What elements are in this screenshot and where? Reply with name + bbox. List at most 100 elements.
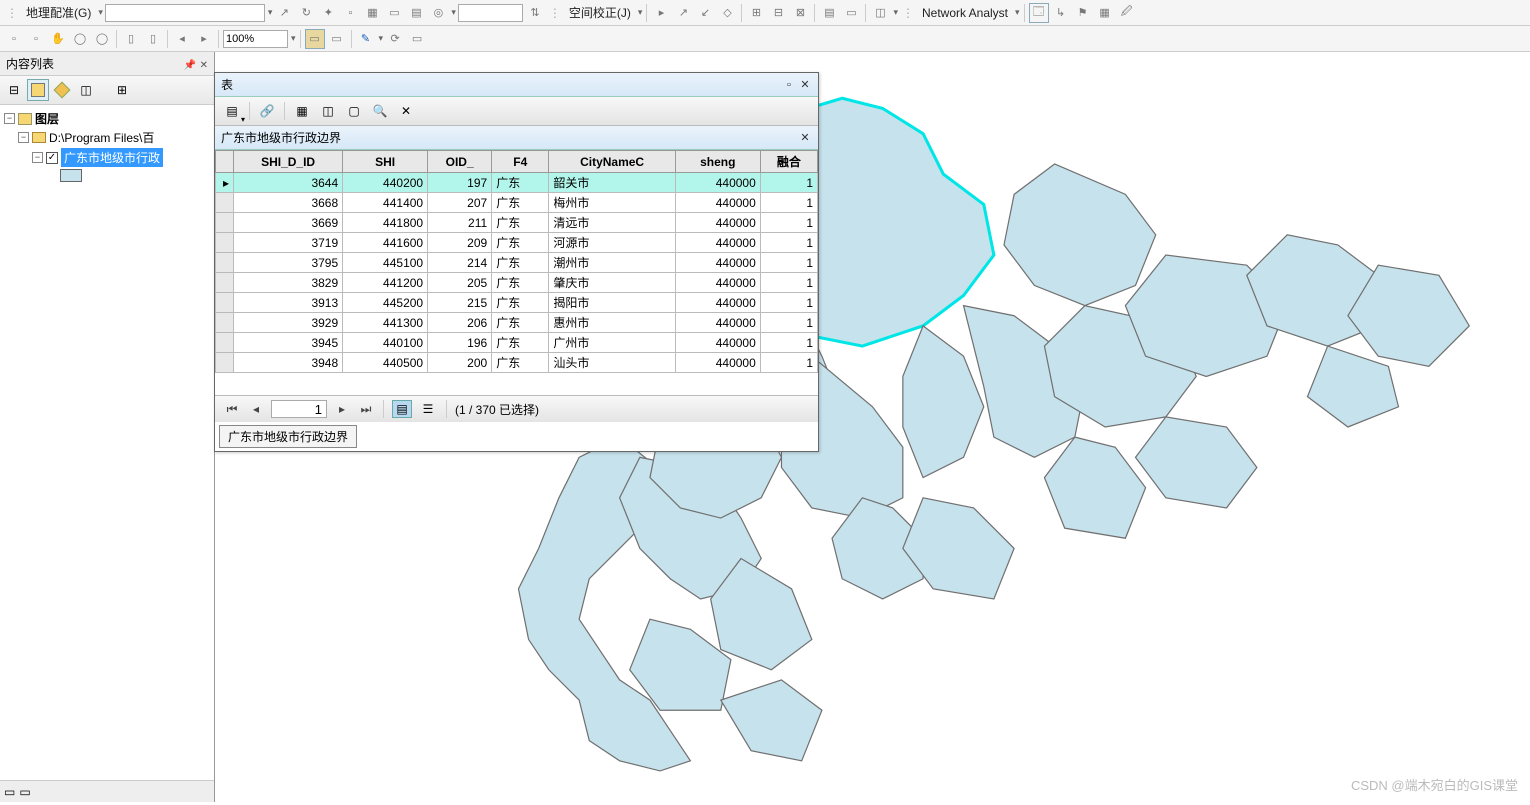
table-row[interactable]: 3945440100196广东广州市4400001 xyxy=(216,333,818,353)
georef-stepper-icon[interactable]: ⇅ xyxy=(525,3,545,23)
georef-table-icon[interactable]: ▤ xyxy=(406,3,426,23)
chevron-down-icon[interactable]: ▾ xyxy=(450,7,456,18)
cell[interactable]: 441600 xyxy=(343,233,428,253)
collapse-icon[interactable]: − xyxy=(32,152,43,163)
cell[interactable]: 440000 xyxy=(675,273,760,293)
column-header[interactable]: OID_ xyxy=(428,151,492,173)
table-row[interactable]: 3948440500200广东汕头市4400001 xyxy=(216,353,818,373)
cell[interactable]: 广东 xyxy=(492,333,549,353)
table-row[interactable]: 3668441400207广东梅州市4400001 xyxy=(216,193,818,213)
clear-selection-icon[interactable]: ▢ xyxy=(343,100,365,122)
catalog-icon[interactable]: ▭ xyxy=(407,29,427,49)
cell[interactable]: 209 xyxy=(428,233,492,253)
table-options-icon[interactable]: ▤▾ xyxy=(221,100,243,122)
adj-preview-icon[interactable]: ▭ xyxy=(841,3,861,23)
row-handle[interactable] xyxy=(216,233,234,253)
chevron-down-icon[interactable]: ▾ xyxy=(267,7,273,18)
refresh-icon[interactable]: ⟳ xyxy=(385,29,405,49)
table-row[interactable]: ▸3644440200197广东韶关市4400001 xyxy=(216,173,818,193)
show-all-icon[interactable]: ▤ xyxy=(392,400,412,418)
cell[interactable]: 广东 xyxy=(492,313,549,333)
cell[interactable]: 3669 xyxy=(234,213,343,233)
zoom-level-input[interactable] xyxy=(223,30,288,48)
cell[interactable]: 440500 xyxy=(343,353,428,373)
cell[interactable]: 207 xyxy=(428,193,492,213)
pointer-icon[interactable]: ▸ xyxy=(651,3,671,23)
edit-pen-icon[interactable]: ✎ xyxy=(356,29,376,49)
pan-icon[interactable]: ✋ xyxy=(48,29,68,49)
zoom-full-icon[interactable]: ◯ xyxy=(70,29,90,49)
tree-root[interactable]: − 图层 xyxy=(4,109,210,128)
first-record-icon[interactable]: ⏮ xyxy=(223,400,241,418)
cell[interactable]: 潮州市 xyxy=(549,253,675,273)
bookmark1-icon[interactable]: ▯ xyxy=(121,29,141,49)
georef-target-icon[interactable]: ◎ xyxy=(428,3,448,23)
adj-link-icon[interactable]: ↗ xyxy=(673,3,693,23)
cell[interactable]: 广东 xyxy=(492,213,549,233)
row-handle[interactable]: ▸ xyxy=(216,173,234,193)
pin-icon[interactable]: 📌 xyxy=(184,60,196,71)
cell[interactable]: 惠州市 xyxy=(549,313,675,333)
cell[interactable]: 韶关市 xyxy=(549,173,675,193)
cell[interactable]: 广东 xyxy=(492,253,549,273)
record-number-input[interactable] xyxy=(271,400,327,418)
cell[interactable]: 3929 xyxy=(234,313,343,333)
list-by-selection-icon[interactable]: ◫ xyxy=(75,79,97,101)
cell[interactable]: 1 xyxy=(760,353,817,373)
chevron-down-icon[interactable]: ▾ xyxy=(1014,7,1020,18)
chevron-down-icon[interactable]: ▾ xyxy=(290,33,296,44)
options-icon[interactable]: ⊞ xyxy=(111,79,133,101)
cell[interactable]: 1 xyxy=(760,293,817,313)
cell[interactable]: 211 xyxy=(428,213,492,233)
cell[interactable]: 1 xyxy=(760,273,817,293)
cell[interactable]: 1 xyxy=(760,253,817,273)
select-by-attr-icon[interactable]: ▦ xyxy=(291,100,313,122)
adj-edge-icon[interactable]: ◇ xyxy=(717,3,737,23)
footer-tab1-icon[interactable]: ▭ xyxy=(4,785,15,799)
cell[interactable]: 440000 xyxy=(675,333,760,353)
restore-icon[interactable]: ▫ xyxy=(782,78,796,92)
cell[interactable]: 1 xyxy=(760,213,817,233)
row-handle[interactable] xyxy=(216,353,234,373)
cell[interactable]: 441400 xyxy=(343,193,428,213)
cell[interactable]: 3945 xyxy=(234,333,343,353)
cell[interactable]: 3948 xyxy=(234,353,343,373)
row-handle[interactable] xyxy=(216,253,234,273)
column-header[interactable]: sheng xyxy=(675,151,760,173)
collapse-icon[interactable]: − xyxy=(18,132,29,143)
layer-checkbox[interactable]: ✓ xyxy=(46,152,58,164)
layout-page-icon[interactable]: ▭ xyxy=(327,29,347,49)
adj-attr-icon[interactable]: ◫ xyxy=(870,3,890,23)
adj-grid-icon[interactable]: ⊞ xyxy=(746,3,766,23)
cell[interactable]: 1 xyxy=(760,233,817,253)
cell[interactable]: 441800 xyxy=(343,213,428,233)
cell[interactable]: 196 xyxy=(428,333,492,353)
georef-scale-icon[interactable]: ▫ xyxy=(340,3,360,23)
table-row[interactable]: 3829441200205广东肇庆市4400001 xyxy=(216,273,818,293)
last-record-icon[interactable]: ⏭ xyxy=(357,400,375,418)
cell[interactable]: 广东 xyxy=(492,173,549,193)
table-row[interactable]: 3719441600209广东河源市4400001 xyxy=(216,233,818,253)
close-layer-icon[interactable]: ✕ xyxy=(798,131,812,145)
cell[interactable]: 汕头市 xyxy=(549,353,675,373)
layout-data-icon[interactable]: ▭ xyxy=(305,29,325,49)
table-row[interactable]: 3795445100214广东潮州市4400001 xyxy=(216,253,818,273)
column-header[interactable]: SHI_D_ID xyxy=(234,151,343,173)
grip-icon[interactable]: ⋮ xyxy=(4,6,20,20)
cell[interactable]: 广东 xyxy=(492,353,549,373)
tree-symbol[interactable] xyxy=(4,168,210,183)
grip-icon[interactable]: ⋮ xyxy=(547,6,563,20)
collapse-icon[interactable]: − xyxy=(4,113,15,124)
georef-menu[interactable]: 地理配准(G) xyxy=(22,4,95,21)
prev-record-icon[interactable]: ◂ xyxy=(247,400,265,418)
network-analyst-menu[interactable]: Network Analyst xyxy=(918,6,1012,20)
cell[interactable]: 440200 xyxy=(343,173,428,193)
zoom-prev-icon[interactable]: ◯ xyxy=(92,29,112,49)
na-solve-icon[interactable]: ▦ xyxy=(1095,3,1115,23)
row-handle[interactable] xyxy=(216,213,234,233)
table-row[interactable]: 3929441300206广东惠州市4400001 xyxy=(216,313,818,333)
forward-icon[interactable]: ▸ xyxy=(194,29,214,49)
cell[interactable]: 广东 xyxy=(492,273,549,293)
chevron-down-icon[interactable]: ▾ xyxy=(97,7,103,18)
cell[interactable]: 197 xyxy=(428,173,492,193)
